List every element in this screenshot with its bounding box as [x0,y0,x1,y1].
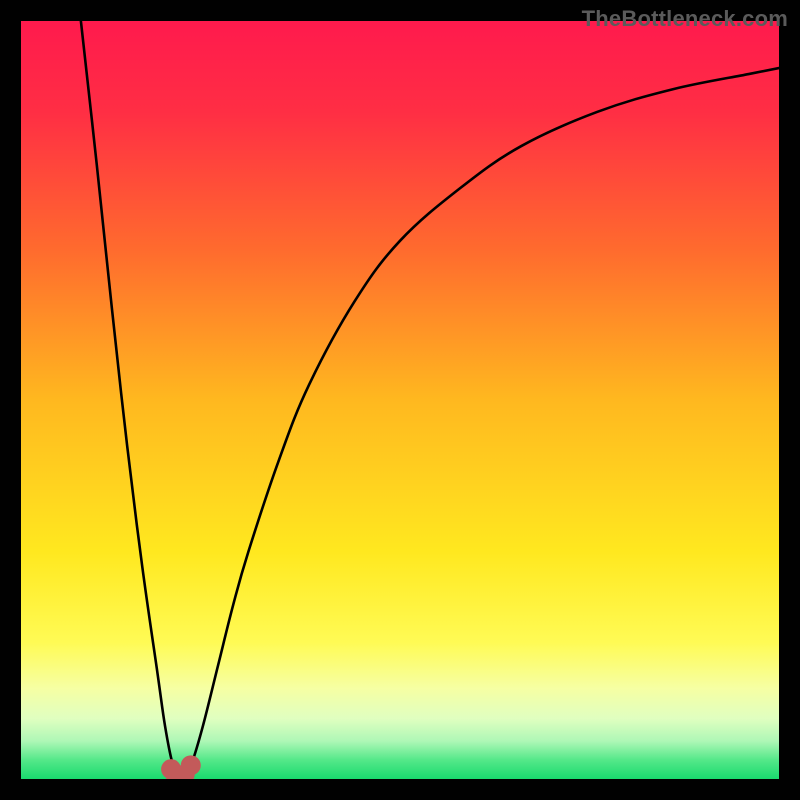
chart-frame: TheBottleneck.com [0,0,800,800]
gradient-background [21,21,779,779]
chart-svg [21,21,779,779]
chart-plot-area [21,21,779,779]
attribution-text: TheBottleneck.com [582,6,788,32]
curve-marker [181,755,201,775]
